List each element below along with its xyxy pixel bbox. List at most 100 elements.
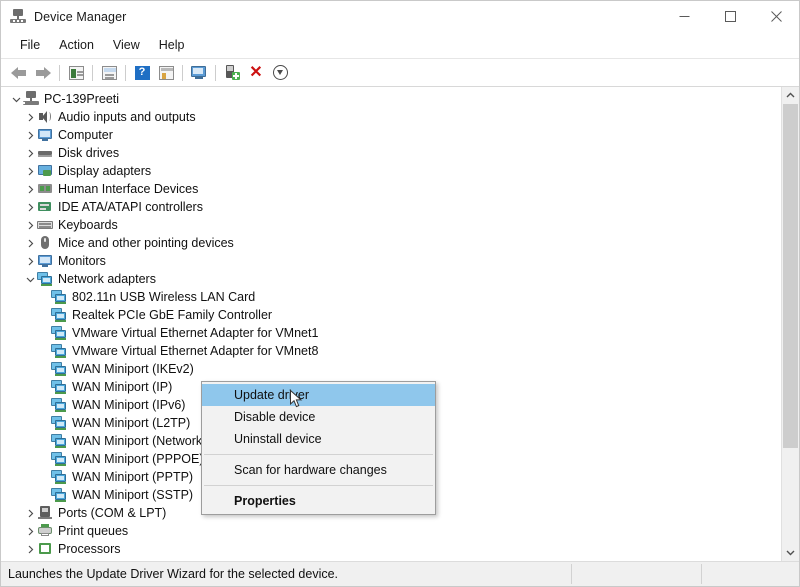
close-icon[interactable] <box>753 1 799 32</box>
keyboard-icon <box>37 217 53 233</box>
maximize-icon[interactable] <box>707 1 753 32</box>
chevron-up-icon[interactable] <box>782 87 799 104</box>
network-adapter-icon <box>51 289 67 305</box>
device-manager-window: Device Manager File Action View Help ? <box>0 0 800 587</box>
network-adapter-icon <box>51 469 67 485</box>
tree-item-network-device[interactable]: VMware Virtual Ethernet Adapter for VMne… <box>1 342 781 360</box>
uninstall-device-icon[interactable]: ✕ <box>244 62 268 84</box>
scrollbar-track[interactable] <box>782 104 799 544</box>
tree-item-label: Computer <box>58 126 113 144</box>
menu-file[interactable]: File <box>11 35 49 56</box>
tree-item-ide-ata-atapi-controllers[interactable]: IDE ATA/ATAPI controllers <box>1 198 781 216</box>
network-adapter-icon <box>51 379 67 395</box>
show-hidden-devices-icon[interactable] <box>187 62 211 84</box>
chevron-right-icon[interactable] <box>23 504 37 522</box>
tree-item-label: Monitors <box>58 252 106 270</box>
disable-device-icon[interactable] <box>268 62 292 84</box>
window-controls <box>661 1 799 32</box>
tree-item-mice-and-other-pointing-devices[interactable]: Mice and other pointing devices <box>1 234 781 252</box>
scan-hardware-icon[interactable] <box>154 62 178 84</box>
network-adapter-icon <box>51 415 67 431</box>
tree-item-label: Audio inputs and outputs <box>58 108 196 126</box>
context-menu[interactable]: Update driver Disable device Uninstall d… <box>201 381 436 515</box>
tree-item-label: Display adapters <box>58 162 151 180</box>
tree-root-label: PC-139Preeti <box>44 90 119 108</box>
back-icon[interactable] <box>7 62 31 84</box>
chevron-right-icon[interactable] <box>23 540 37 558</box>
tree-item-network-adapters[interactable]: Network adapters <box>1 270 781 288</box>
chevron-right-icon[interactable] <box>23 180 37 198</box>
context-menu-item-scan-for-hardware-changes[interactable]: Scan for hardware changes <box>202 459 435 481</box>
tree-item-audio-inputs-and-outputs[interactable]: Audio inputs and outputs <box>1 108 781 126</box>
update-driver-icon[interactable] <box>97 62 121 84</box>
tree-root-item[interactable]: PC-139Preeti <box>1 90 781 108</box>
tree-area: PC-139Preeti Audio inputs and outputs <box>1 87 799 561</box>
tree-item-network-device[interactable]: VMware Virtual Ethernet Adapter for VMne… <box>1 324 781 342</box>
tree-item-label: WAN Miniport (L2TP) <box>72 414 190 432</box>
context-menu-item-update-driver[interactable]: Update driver <box>202 384 435 406</box>
tree-item-label: WAN Miniport (PPTP) <box>72 468 193 486</box>
tree-item-network-device[interactable]: 802.11n USB Wireless LAN Card <box>1 288 781 306</box>
chevron-right-icon[interactable] <box>23 198 37 216</box>
menu-action[interactable]: Action <box>50 35 103 56</box>
forward-icon[interactable] <box>31 62 55 84</box>
chevron-right-icon[interactable] <box>23 108 37 126</box>
context-menu-item-uninstall-device[interactable]: Uninstall device <box>202 428 435 450</box>
chevron-right-icon[interactable] <box>23 216 37 234</box>
network-adapter-icon <box>51 361 67 377</box>
chevron-down-icon[interactable] <box>782 544 799 561</box>
tree-item-network-device[interactable]: WAN Miniport (IKEv2) <box>1 360 781 378</box>
chevron-right-icon[interactable] <box>23 162 37 180</box>
chevron-right-icon[interactable] <box>23 234 37 252</box>
tree-item-label: Print queues <box>58 522 128 540</box>
chevron-right-icon[interactable] <box>23 144 37 162</box>
network-adapter-icon <box>51 433 67 449</box>
vertical-scrollbar[interactable] <box>781 87 799 561</box>
tree-item-label: Disk drives <box>58 144 119 162</box>
tree-item-label: WAN Miniport (PPPOE) <box>72 450 204 468</box>
scrollbar-thumb[interactable] <box>783 104 798 448</box>
network-adapter-icon <box>51 397 67 413</box>
chevron-right-icon[interactable] <box>23 522 37 540</box>
tree-item-print-queues[interactable]: Print queues <box>1 522 781 540</box>
network-adapter-icon <box>51 307 67 323</box>
statusbar-divider <box>701 564 702 584</box>
menubar: File Action View Help <box>1 32 799 59</box>
toolbar: ? ✕ <box>1 59 799 87</box>
toolbar-separator <box>215 65 216 81</box>
tree-item-label: Mice and other pointing devices <box>58 234 234 252</box>
tree-item-display-adapters[interactable]: Display adapters <box>1 162 781 180</box>
monitor-icon <box>37 127 53 143</box>
help-icon[interactable]: ? <box>130 62 154 84</box>
chevron-right-icon[interactable] <box>23 126 37 144</box>
properties-icon[interactable] <box>64 62 88 84</box>
monitor-icon <box>37 253 53 269</box>
tree-item-human-interface-devices[interactable]: Human Interface Devices <box>1 180 781 198</box>
titlebar: Device Manager <box>1 1 799 32</box>
enable-device-icon[interactable] <box>220 62 244 84</box>
device-tree[interactable]: PC-139Preeti Audio inputs and outputs <box>1 87 781 561</box>
audio-icon <box>37 109 53 125</box>
tree-item-keyboards[interactable]: Keyboards <box>1 216 781 234</box>
context-menu-item-properties[interactable]: Properties <box>202 490 435 512</box>
context-menu-item-disable-device[interactable]: Disable device <box>202 406 435 428</box>
status-message: Launches the Update Driver Wizard for th… <box>1 567 338 581</box>
tree-item-label: Ports (COM & LPT) <box>58 504 166 522</box>
menu-help[interactable]: Help <box>150 35 194 56</box>
tree-item-computer[interactable]: Computer <box>1 126 781 144</box>
tree-item-label: WAN Miniport (IP) <box>72 378 172 396</box>
tree-item-label: Network adapters <box>58 270 156 288</box>
minimize-icon[interactable] <box>661 1 707 32</box>
chevron-right-icon[interactable] <box>23 252 37 270</box>
menu-view[interactable]: View <box>104 35 149 56</box>
tree-item-monitors[interactable]: Monitors <box>1 252 781 270</box>
printer-icon <box>37 523 53 539</box>
chevron-down-icon[interactable] <box>9 90 23 108</box>
tree-item-label: WAN Miniport (SSTP) <box>72 486 193 504</box>
toolbar-separator <box>182 65 183 81</box>
tree-item-network-device[interactable]: Realtek PCIe GbE Family Controller <box>1 306 781 324</box>
tree-item-disk-drives[interactable]: Disk drives <box>1 144 781 162</box>
chevron-down-icon[interactable] <box>23 270 37 288</box>
hid-icon <box>37 181 53 197</box>
tree-item-processors[interactable]: Processors <box>1 540 781 558</box>
